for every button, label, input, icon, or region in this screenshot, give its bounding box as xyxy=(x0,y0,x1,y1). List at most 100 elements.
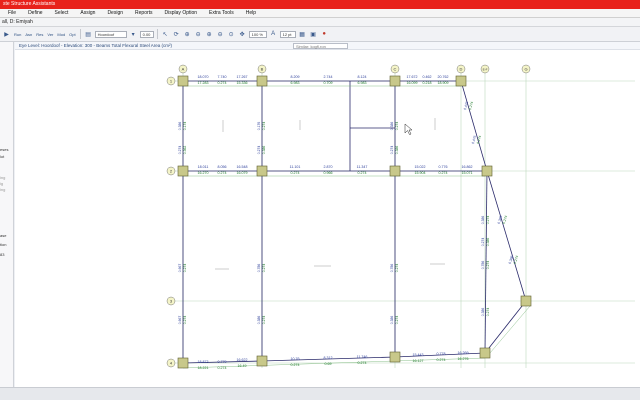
beam-label-bottom: 0.274 xyxy=(291,171,300,175)
menu-select[interactable]: Select xyxy=(55,10,69,16)
assign-button[interactable]: Asn xyxy=(24,30,33,39)
left-panel-item[interactable]: 83 xyxy=(0,252,4,257)
left-panel-item[interactable]: ing xyxy=(0,175,5,180)
grid-label-a: A xyxy=(182,67,185,72)
select-arrow-icon[interactable]: ↖ xyxy=(161,30,170,39)
left-panel-item[interactable]: ase xyxy=(0,233,6,238)
menu-assign[interactable]: Assign xyxy=(80,10,95,16)
lock-icon[interactable]: ▣ xyxy=(309,30,318,39)
menu-display-option[interactable]: Display Option xyxy=(165,10,198,16)
offset-line xyxy=(489,305,531,354)
zoom-window-icon[interactable]: ⊕ xyxy=(205,30,214,39)
beam-label-bottom: 0.274 xyxy=(358,361,367,365)
beam-label-bottom: 6.983 xyxy=(291,81,300,85)
menu-file[interactable]: File xyxy=(8,10,16,16)
model-button[interactable]: Mod xyxy=(56,30,66,39)
beam-diag-1[interactable] xyxy=(460,80,488,172)
menu-define[interactable]: Define xyxy=(28,10,42,16)
beam-label-top: 0.386 xyxy=(390,122,394,131)
beam-label-top: 0.386 xyxy=(481,216,485,225)
grid-bubbles xyxy=(166,64,531,368)
beam-label-top: 0.462 xyxy=(423,75,432,79)
column-g3[interactable] xyxy=(520,295,532,307)
color-icon[interactable]: ● xyxy=(320,30,329,39)
left-panel-item[interactable]: eses xyxy=(0,147,8,152)
beam-label-top: 0.274 xyxy=(390,146,394,155)
beam-label-bottom: 0.386 xyxy=(262,146,266,155)
menu-design[interactable]: Design xyxy=(107,10,123,16)
column-a1[interactable] xyxy=(177,75,189,87)
beam-label-top: 11.347 xyxy=(357,165,368,169)
beam-label-bottom: 0.274 xyxy=(395,122,399,131)
story-select[interactable]: Hoordoof xyxy=(94,30,127,38)
filter-input[interactable]: Similar: kogfl,ron xyxy=(293,43,348,49)
beam-label-top: 2.744 xyxy=(324,75,333,79)
beam-label-top: 8.312 xyxy=(324,356,333,360)
beam-label-top: 0.274 xyxy=(178,146,182,155)
beam-label-top: 0.274 xyxy=(257,146,261,155)
slab-direction-arrows xyxy=(215,118,445,270)
left-panel-item[interactable]: tion xyxy=(0,242,6,247)
user-bar: all, D: Emiyah xyxy=(0,18,640,27)
beam-diag-2[interactable] xyxy=(486,170,527,302)
beam-label-bottom: 15.904 xyxy=(415,171,426,175)
column-ef4[interactable] xyxy=(479,347,491,359)
run-button[interactable]: Run xyxy=(13,30,22,39)
verify-button[interactable]: Ver xyxy=(46,30,54,39)
options-button[interactable]: Opt xyxy=(68,30,76,39)
run-icon[interactable]: ▶ xyxy=(2,30,11,39)
beam-label-top: 18.011 xyxy=(198,165,209,169)
beam-label-top: 17.672 xyxy=(407,75,418,79)
font-size-select[interactable]: 12 pt xyxy=(279,30,296,38)
zoom-extents-icon[interactable]: ⊙ xyxy=(227,30,236,39)
left-panel-item[interactable]: ig xyxy=(0,181,3,186)
column-b2[interactable] xyxy=(256,165,268,177)
menu-help[interactable]: Help xyxy=(246,10,256,16)
beam-label-bottom: 0.274 xyxy=(486,261,490,270)
beam-label-bottom: 16.49 xyxy=(238,364,247,368)
dropdown-icon[interactable]: ▾ xyxy=(129,30,138,39)
beam-label-bottom: 17.283 xyxy=(198,81,209,85)
font-size-icon[interactable]: A xyxy=(269,30,278,39)
beam-label-top: 15.443 xyxy=(413,353,424,357)
beam-label-top: 8.124 xyxy=(358,75,367,79)
beam-label-top: 0.779 xyxy=(218,360,227,364)
column-b4[interactable] xyxy=(256,355,268,367)
zoom-in-icon[interactable]: ⊕ xyxy=(183,30,192,39)
beam-label-top: 7.740 xyxy=(218,75,227,79)
beam-labels-row-4: 18.873 18.221 0.779 0.274 16.622 16.49 1… xyxy=(198,351,469,370)
beam-label-bottom: 0.218 xyxy=(423,81,432,85)
column-a4[interactable] xyxy=(177,357,189,369)
column-c1[interactable] xyxy=(389,75,401,87)
left-panel-item[interactable]: lot xyxy=(0,154,4,159)
beam-label-top: 20.762 xyxy=(438,75,449,79)
beam-label-bottom: 0.274 xyxy=(262,264,266,273)
beam-label-bottom: 0.174 xyxy=(183,122,187,131)
elevation-select[interactable]: 0.00 xyxy=(139,30,154,38)
zoom-previous-icon[interactable]: ⊖ xyxy=(216,30,225,39)
grid-label-b: B xyxy=(261,67,264,72)
zoom-select[interactable]: 100 % xyxy=(248,30,267,38)
column-c2[interactable] xyxy=(389,165,401,177)
column-d1[interactable] xyxy=(455,75,467,87)
canvas-header-text: Eye Level: Hoordoof - Elevation: 300 - B… xyxy=(19,43,172,48)
beam-label-bottom: 0.274 xyxy=(439,171,448,175)
results-button[interactable]: Res xyxy=(35,30,44,39)
menu-reports[interactable]: Reports xyxy=(135,10,153,16)
beam-label-bottom: 16.099 xyxy=(407,81,418,85)
zoom-out-icon[interactable]: ⊖ xyxy=(194,30,203,39)
column-a2[interactable] xyxy=(177,165,189,177)
menu-extra-tools[interactable]: Extra Tools xyxy=(209,10,234,16)
pan-icon[interactable]: ✥ xyxy=(238,30,247,39)
refresh-icon[interactable]: ⟳ xyxy=(172,30,181,39)
beam-labels-row-1: 18.070 17.283 7.740 0.274 17.267 15.336 … xyxy=(198,75,449,85)
plan-drawing[interactable]: A B C D E-F G 1 2 3 4 18.070 17.283 7.74… xyxy=(15,50,640,387)
columns xyxy=(177,75,532,369)
grid-icon[interactable]: ▦ xyxy=(298,30,307,39)
column-ef2[interactable] xyxy=(481,165,493,177)
beam-diag-3[interactable] xyxy=(484,300,527,354)
column-b1[interactable] xyxy=(256,75,268,87)
left-panel-item[interactable]: ing xyxy=(0,187,5,192)
beam-label-bottom: 0.274 xyxy=(486,308,490,317)
column-c4[interactable] xyxy=(389,351,401,363)
